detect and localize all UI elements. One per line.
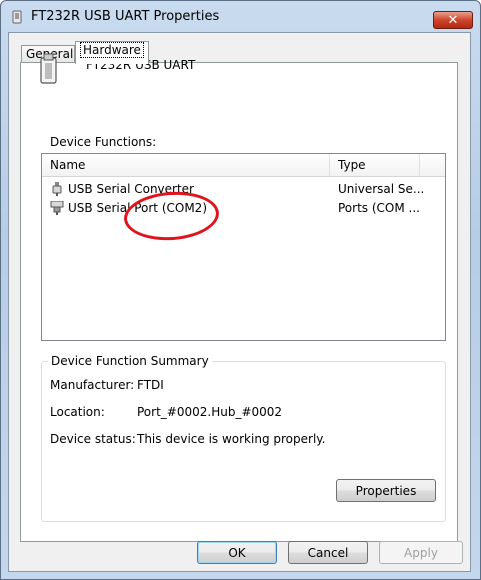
row-type: Universal Se... [338, 182, 425, 196]
column-label: Name [50, 158, 86, 172]
button-label: Cancel [307, 545, 349, 560]
ok-button[interactable]: OK [197, 541, 277, 564]
list-item[interactable]: USB Serial Port (COM2) Ports (COM ... [42, 200, 445, 217]
close-button[interactable]: ✕ [433, 11, 473, 29]
serial-port-icon [50, 201, 64, 215]
device-icon [12, 10, 22, 24]
properties-button[interactable]: Properties [336, 479, 436, 502]
tab-label: Hardware [80, 42, 144, 58]
device-functions-list[interactable]: Name Type USB Serial Converter Universal… [41, 153, 446, 341]
apply-button[interactable]: Apply [379, 541, 463, 564]
summary-title: Device Function Summary [48, 354, 212, 368]
list-header: Name Type [42, 154, 445, 177]
device-status-value: This device is working properly. [137, 432, 326, 446]
close-icon: ✕ [447, 12, 459, 28]
cancel-button[interactable]: Cancel [288, 541, 368, 564]
device-functions-label: Device Functions: [50, 135, 157, 149]
row-type: Ports (COM ... [338, 201, 420, 215]
manufacturer-label: Manufacturer: [50, 378, 135, 392]
manufacturer-value: FTDI [137, 378, 164, 392]
window-title: FT232R USB UART Properties [31, 9, 220, 24]
usb-plug-icon [52, 182, 62, 196]
button-label: Apply [404, 545, 438, 560]
location-value: Port_#0002.Hub_#0002 [137, 405, 283, 419]
column-label: Type [338, 158, 366, 172]
title-bar[interactable]: FT232R USB UART Properties ✕ [1, 1, 480, 31]
button-label: Properties [355, 483, 417, 498]
usb-device-icon [40, 53, 57, 84]
column-header-type[interactable]: Type [330, 154, 420, 176]
location-label: Location: [50, 405, 105, 419]
button-label: OK [228, 545, 246, 560]
device-status-label: Device status: [50, 432, 136, 446]
list-item[interactable]: USB Serial Converter Universal Se... [42, 181, 445, 198]
column-header-name[interactable]: Name [42, 154, 330, 176]
tab-hardware[interactable]: Hardware [75, 41, 149, 64]
